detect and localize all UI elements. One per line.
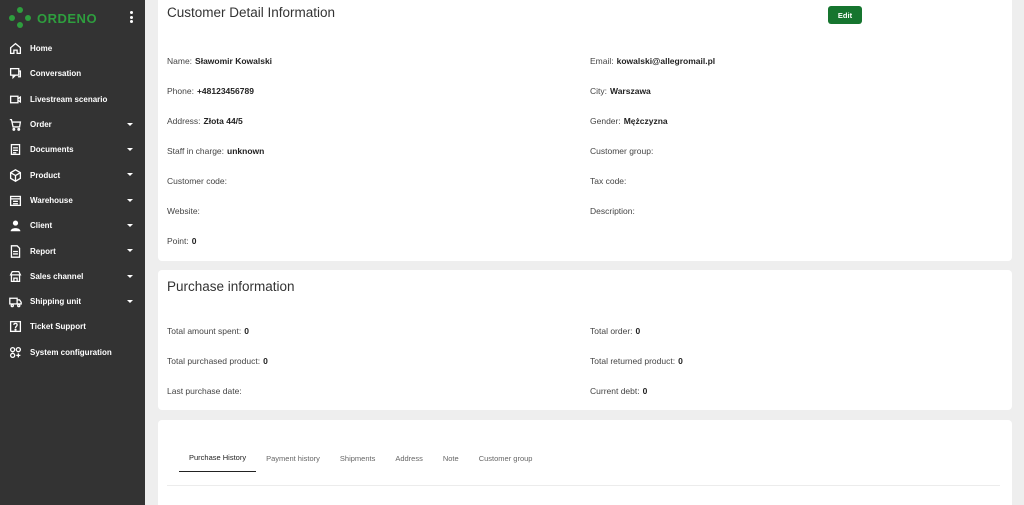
brand-name: ORDENO bbox=[37, 10, 98, 26]
city-value: Warszawa bbox=[610, 86, 651, 96]
sidebar: ORDENO Home Conversation Livestream scen… bbox=[0, 0, 145, 505]
sidebar-nav: Home Conversation Livestream scenario Or… bbox=[0, 36, 145, 365]
sidebar-item-product[interactable]: Product bbox=[0, 162, 145, 187]
sidebar-item-warehouse[interactable]: Warehouse bbox=[0, 188, 145, 213]
sidebar-item-ticket-support[interactable]: Ticket Support bbox=[0, 314, 145, 339]
customer-detail-card: Customer Detail Information Edit Name: Sł… bbox=[158, 0, 1012, 261]
customer-group-field: Customer group: bbox=[590, 146, 654, 156]
question-icon bbox=[8, 320, 22, 334]
video-icon bbox=[8, 92, 22, 106]
last-purchase-date-field: Last purchase date: bbox=[167, 386, 242, 396]
phone-value: +48123456789 bbox=[196, 86, 254, 96]
sidebar-item-label: Sales channel bbox=[30, 271, 84, 281]
edit-button[interactable]: Edit bbox=[828, 6, 862, 24]
chevron-down-icon bbox=[127, 274, 133, 278]
gender-field: Gender: Mężczyzna bbox=[590, 116, 668, 126]
customer-detail-title: Customer Detail Information bbox=[167, 5, 336, 20]
sidebar-item-sales-channel[interactable]: Sales channel bbox=[0, 264, 145, 289]
purchase-info-card: Purchase information Total amount spent:… bbox=[158, 270, 1012, 410]
current-debt-field: Current debt: 0 bbox=[590, 386, 648, 396]
sidebar-item-order[interactable]: Order bbox=[0, 112, 145, 137]
sidebar-item-system-configuration[interactable]: System configuration bbox=[0, 340, 145, 365]
total-purchased-field: Total purchased product: 0 bbox=[167, 356, 268, 366]
tax-code-field: Tax code: bbox=[590, 176, 627, 186]
sidebar-item-client[interactable]: Client bbox=[0, 213, 145, 238]
sidebar-item-report[interactable]: Report bbox=[0, 238, 145, 263]
total-spent-field: Total amount spent: 0 bbox=[167, 326, 249, 336]
sidebar-item-shipping-unit[interactable]: Shipping unit bbox=[0, 289, 145, 314]
email-field: Email: kowalski@allegromail.pl bbox=[590, 56, 716, 66]
tab-note[interactable]: Note bbox=[433, 444, 469, 472]
tab-shipments[interactable]: Shipments bbox=[330, 444, 385, 472]
cart-icon bbox=[8, 118, 22, 132]
staff-value: unknown bbox=[227, 146, 265, 156]
user-icon bbox=[8, 219, 22, 233]
sidebar-item-label: Client bbox=[30, 221, 53, 231]
address-value: Złota 44/5 bbox=[203, 116, 243, 126]
customer-code-field: Customer code: bbox=[167, 176, 227, 186]
total-returned-value: 0 bbox=[678, 356, 683, 366]
sidebar-item-label: Documents bbox=[30, 145, 74, 155]
tabs-divider bbox=[167, 485, 1000, 486]
sidebar-item-label: Livestream scenario bbox=[30, 94, 108, 104]
city-field: City: Warszawa bbox=[590, 86, 651, 96]
purchase-info-title: Purchase information bbox=[167, 279, 295, 294]
box-icon bbox=[8, 168, 22, 182]
tab-payment-history[interactable]: Payment history bbox=[256, 444, 330, 472]
total-order-field: Total order: 0 bbox=[590, 326, 641, 336]
sidebar-item-documents[interactable]: Documents bbox=[0, 137, 145, 162]
logo[interactable]: ORDENO bbox=[0, 0, 145, 36]
total-spent-value: 0 bbox=[244, 326, 249, 336]
staff-field: Staff in charge: unknown bbox=[167, 146, 265, 156]
chevron-down-icon bbox=[127, 122, 133, 126]
address-field: Address: Złota 44/5 bbox=[167, 116, 243, 126]
history-tabs: Purchase History Payment history Shipmen… bbox=[179, 444, 542, 472]
grid-icon bbox=[8, 345, 22, 359]
sidebar-item-label: Ticket Support bbox=[30, 322, 86, 332]
email-value: kowalski@allegromail.pl bbox=[616, 56, 716, 66]
sidebar-item-conversation[interactable]: Conversation bbox=[0, 61, 145, 86]
sidebar-item-label: Product bbox=[30, 170, 61, 180]
total-purchased-value: 0 bbox=[263, 356, 268, 366]
name-field: Name: Sławomir Kowalski bbox=[167, 56, 273, 66]
point-value: 0 bbox=[191, 236, 197, 246]
total-order-value: 0 bbox=[635, 326, 641, 336]
tab-customer-group[interactable]: Customer group bbox=[469, 444, 543, 472]
description-field: Description: bbox=[590, 206, 635, 216]
report-icon bbox=[8, 244, 22, 258]
sidebar-item-label: System configuration bbox=[30, 347, 112, 357]
sidebar-item-label: Order bbox=[30, 120, 52, 130]
total-returned-field: Total returned product: 0 bbox=[590, 356, 683, 366]
home-icon bbox=[8, 42, 22, 56]
chevron-down-icon bbox=[127, 148, 133, 152]
chevron-down-icon bbox=[127, 224, 133, 228]
sidebar-item-label: Warehouse bbox=[30, 195, 73, 205]
more-menu-icon[interactable] bbox=[129, 11, 133, 23]
point-field: Point: 0 bbox=[167, 236, 197, 246]
tab-address[interactable]: Address bbox=[385, 444, 433, 472]
sidebar-item-label: Shipping unit bbox=[30, 297, 82, 307]
document-icon bbox=[8, 143, 22, 157]
sidebar-item-label: Report bbox=[30, 246, 56, 256]
chevron-down-icon bbox=[127, 299, 133, 303]
history-tabs-card: Purchase History Payment history Shipmen… bbox=[158, 420, 1012, 505]
store-icon bbox=[8, 269, 22, 283]
gender-value: Mężczyzna bbox=[623, 116, 668, 126]
chat-icon bbox=[8, 67, 22, 81]
sidebar-item-home[interactable]: Home bbox=[0, 36, 145, 61]
name-value: Sławomir Kowalski bbox=[195, 56, 273, 66]
tab-purchase-history[interactable]: Purchase History bbox=[179, 444, 257, 472]
logo-mark-icon bbox=[9, 7, 33, 29]
chevron-down-icon bbox=[127, 198, 133, 202]
chevron-down-icon bbox=[127, 249, 133, 253]
chevron-down-icon bbox=[127, 173, 133, 177]
truck-icon bbox=[8, 295, 22, 309]
website-field: Website: bbox=[167, 206, 200, 216]
phone-field: Phone: +48123456789 bbox=[167, 86, 254, 96]
sidebar-item-label: Home bbox=[30, 44, 53, 54]
sidebar-item-label: Conversation bbox=[30, 69, 82, 79]
sidebar-item-livestream[interactable]: Livestream scenario bbox=[0, 87, 145, 112]
warehouse-icon bbox=[8, 193, 22, 207]
current-debt-value: 0 bbox=[642, 386, 648, 396]
